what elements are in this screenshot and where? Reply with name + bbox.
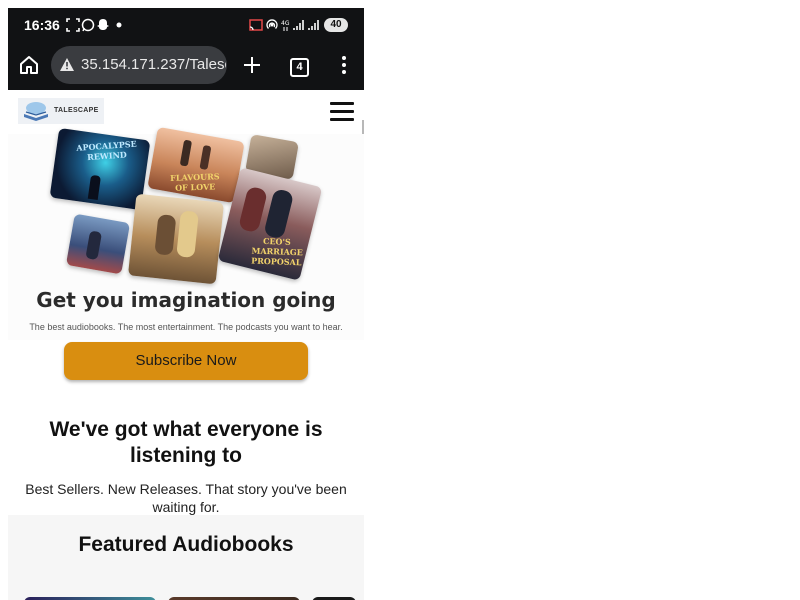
audiobook-cover[interactable]: FLAVOURS OF LOVE: [147, 126, 245, 204]
menu-dots-icon[interactable]: [338, 55, 350, 75]
logo-text: TALESCAPE: [54, 107, 99, 114]
cover-title: [144, 255, 204, 261]
site-header: TALESCAPE: [8, 90, 364, 134]
subscribe-button[interactable]: Subscribe Now: [64, 342, 308, 380]
whatsapp-icon: [81, 18, 95, 32]
featured-heading: Featured Audiobooks: [78, 533, 294, 556]
cover-title: FLAVOURS OF LOVE: [169, 171, 220, 193]
featured-section: Featured Audiobooks: [8, 515, 364, 600]
cover-title: APOCALYPSE REWIND: [75, 138, 138, 163]
cast-icon: [249, 19, 263, 31]
hamburger-icon[interactable]: [326, 100, 358, 124]
status-bar: 16:36 4G 40: [8, 8, 364, 44]
dot-icon: [116, 22, 122, 28]
plus-icon[interactable]: [242, 55, 262, 75]
cover-title: [252, 157, 292, 158]
cover-title: CEO'S MARRIAGE PROPOSAL: [251, 235, 303, 268]
audiobook-cover[interactable]: [127, 193, 225, 285]
screenshot-icon: [66, 18, 80, 32]
audiobook-cover[interactable]: [65, 213, 131, 275]
warning-icon[interactable]: [59, 57, 75, 72]
status-time: 16:36: [24, 17, 60, 33]
hero-subheading: The best audiobooks. The most entertainm…: [29, 322, 343, 332]
tab-switcher-button[interactable]: 4: [290, 58, 309, 77]
phone-screen: 16:36 4G 40 35.154.171.237/Talesc 4 TALE…: [8, 8, 364, 600]
svg-text:4G: 4G: [281, 20, 290, 27]
snapchat-icon: [97, 19, 109, 30]
hero-heading: Get you imagination going: [36, 288, 336, 312]
hero-section: APOCALYPSE REWIND FLAVOURS OF LOVE CEO'S…: [8, 126, 364, 340]
section-heading: We've got what everyone is listening to: [49, 418, 323, 467]
address-bar[interactable]: 35.154.171.237/Talesc: [51, 46, 227, 84]
battery-indicator: 40: [324, 18, 348, 32]
signal-icon: [308, 20, 319, 30]
site-logo[interactable]: TALESCAPE: [18, 98, 104, 124]
book-logo-icon: [24, 102, 48, 121]
hotspot-icon: [266, 19, 278, 29]
signal-icon: [293, 20, 304, 30]
home-icon[interactable]: [18, 54, 40, 76]
browser-toolbar: 35.154.171.237/Talesc 4: [8, 44, 364, 90]
url-text: 35.154.171.237/Talesc: [81, 56, 226, 73]
section-subheading: Best Sellers. New Releases. That story y…: [25, 481, 347, 515]
